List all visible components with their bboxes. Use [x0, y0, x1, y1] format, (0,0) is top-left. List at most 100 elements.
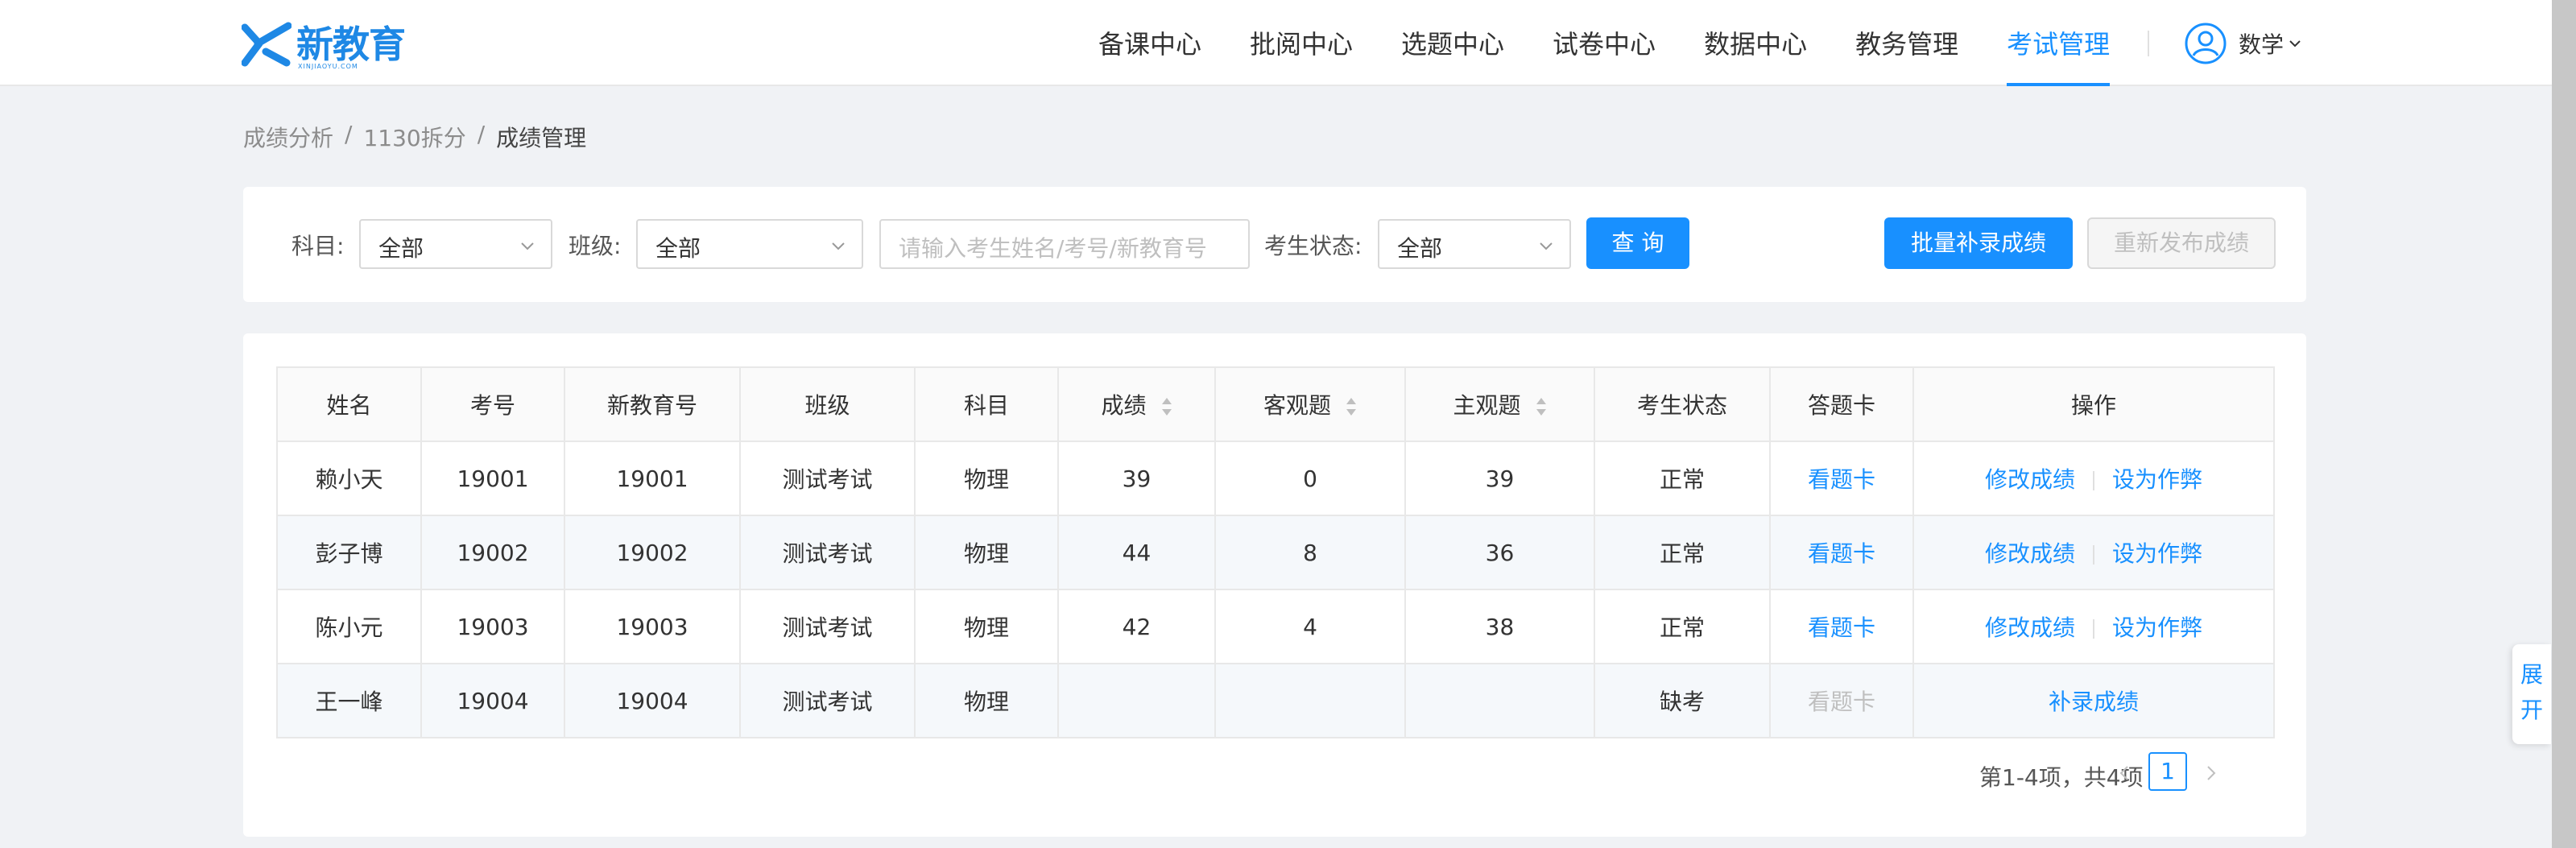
cell-objective: 8 — [1214, 515, 1406, 590]
vertical-scrollbar[interactable] — [2552, 0, 2576, 848]
nav-item-question-bank[interactable]: 选题中心 — [1401, 0, 1504, 86]
cell-status: 正常 — [1594, 589, 1771, 664]
chevron-left-icon[interactable] — [2116, 763, 2132, 783]
breadcrumb: 成绩分析 / 1130拆分 / 成绩管理 — [243, 121, 586, 153]
cell-name: 彭子博 — [276, 515, 422, 590]
cell-answer-card: 看题卡 — [1769, 663, 1914, 738]
cell-xjy-no: 19002 — [564, 515, 741, 590]
sort-icon[interactable] — [1346, 396, 1357, 417]
view-answer-card-link[interactable]: 看题卡 — [1808, 614, 1875, 641]
subject-filter-label: 科目: — [292, 233, 345, 259]
cell-score: 42 — [1057, 589, 1216, 664]
cell-objective: 4 — [1214, 589, 1406, 664]
view-answer-card-link[interactable]: 看题卡 — [1808, 466, 1875, 493]
col-header-score[interactable]: 成绩 — [1057, 366, 1216, 442]
cell-subject: 物理 — [914, 441, 1059, 516]
col-header-score-label: 成绩 — [1101, 392, 1147, 419]
col-header-status: 考生状态 — [1594, 366, 1771, 442]
col-header-subjective[interactable]: 主观题 — [1404, 366, 1595, 442]
batch-supplement-button[interactable]: 批量补录成绩 — [1884, 217, 2073, 269]
col-header-objective-label: 客观题 — [1263, 392, 1331, 419]
cell-objective — [1214, 663, 1406, 738]
breadcrumb-item-current: 成绩管理 — [496, 125, 587, 151]
nav-item-data[interactable]: 数据中心 — [1704, 0, 1807, 86]
class-select[interactable]: 全部 — [636, 219, 863, 269]
chevron-down-icon — [521, 242, 534, 250]
cell-exam-no: 19002 — [420, 515, 565, 590]
cell-subjective: 39 — [1404, 441, 1595, 516]
cell-subjective: 38 — [1404, 589, 1595, 664]
cell-actions: 修改成绩 设为作弊 — [1912, 441, 2275, 516]
filter-panel: 科目: 全部 班级: 全部 请输入考生姓名/考号/新教育号 考生状态: 全部 查… — [243, 187, 2306, 302]
col-header-class: 班级 — [739, 366, 916, 442]
mark-cheating-link[interactable]: 设为作弊 — [2112, 614, 2202, 641]
col-header-objective[interactable]: 客观题 — [1214, 366, 1406, 442]
action-divider — [2093, 619, 2094, 639]
cell-exam-no: 19001 — [420, 441, 565, 516]
cell-score: 44 — [1057, 515, 1216, 590]
cell-xjy-no: 19001 — [564, 441, 741, 516]
cell-answer-card: 看题卡 — [1769, 589, 1914, 664]
cell-class: 测试考试 — [739, 441, 916, 516]
cell-subject: 物理 — [914, 663, 1059, 738]
edit-score-link[interactable]: 修改成绩 — [1985, 614, 2075, 641]
brand-sub: XINJIAOYU.COM — [298, 63, 358, 70]
cell-objective: 0 — [1214, 441, 1406, 516]
view-answer-card-link-disabled: 看题卡 — [1807, 689, 1875, 715]
mark-cheating-link[interactable]: 设为作弊 — [2112, 466, 2202, 493]
query-button[interactable]: 查 询 — [1586, 217, 1689, 269]
student-search-input[interactable]: 请输入考生姓名/考号/新教育号 — [879, 219, 1250, 269]
sort-icon[interactable] — [1161, 396, 1172, 417]
cell-name: 王一峰 — [276, 663, 422, 738]
user-menu[interactable]: 数学 — [2184, 21, 2303, 66]
edit-score-link[interactable]: 修改成绩 — [1985, 540, 2075, 567]
page-number-current[interactable]: 1 — [2148, 752, 2187, 791]
col-header-subject: 科目 — [914, 366, 1059, 442]
main-nav: 备课中心 批阅中心 选题中心 试卷中心 数据中心 教务管理 考试管理 — [1098, 0, 2158, 86]
breadcrumb-item-exam[interactable]: 1130拆分 — [363, 121, 465, 153]
cell-answer-card: 看题卡 — [1769, 441, 1914, 516]
republish-scores-button: 重新发布成绩 — [2087, 217, 2276, 269]
cell-name: 赖小天 — [276, 441, 422, 516]
breadcrumb-item-analysis[interactable]: 成绩分析 — [243, 121, 333, 153]
col-header-actions: 操作 — [1912, 366, 2275, 442]
nav-item-exam-management[interactable]: 考试管理 — [2007, 0, 2111, 86]
chevron-down-icon — [832, 242, 845, 250]
cell-exam-no: 19004 — [420, 663, 565, 738]
table-row: 彭子博 19002 19002 测试考试 物理 44 8 36 正常 看题卡 修… — [276, 515, 2275, 590]
sort-icon[interactable] — [1536, 396, 1547, 417]
class-select-value: 全部 — [655, 235, 701, 262]
logo-mark-icon — [242, 22, 292, 67]
table-header-row: 姓名 考号 新教育号 班级 科目 成绩 客观题 主观题 考生状态 答题卡 操作 — [276, 366, 2275, 442]
status-select[interactable]: 全部 — [1378, 219, 1571, 269]
status-filter-label: 考生状态: — [1264, 233, 1362, 259]
brand-logo[interactable]: 新教育 XINJIAOYU.COM — [242, 18, 406, 71]
nav-item-marking[interactable]: 批阅中心 — [1250, 0, 1353, 86]
edit-score-link[interactable]: 修改成绩 — [1985, 466, 2075, 493]
nav-item-papers[interactable]: 试卷中心 — [1553, 0, 1656, 86]
view-answer-card-link[interactable]: 看题卡 — [1808, 540, 1875, 567]
chevron-down-icon — [1540, 242, 1553, 250]
cell-subjective: 36 — [1404, 515, 1595, 590]
cell-status: 缺考 — [1594, 663, 1771, 738]
scores-panel: 姓名 考号 新教育号 班级 科目 成绩 客观题 主观题 考生状态 答题卡 操作 … — [243, 333, 2306, 837]
nav-divider — [2148, 31, 2149, 56]
table-row: 赖小天 19001 19001 测试考试 物理 39 0 39 正常 看题卡 修… — [276, 441, 2275, 516]
nav-item-academic-affairs[interactable]: 教务管理 — [1855, 0, 1958, 86]
cell-subject: 物理 — [914, 515, 1059, 590]
expand-side-panel-tab[interactable]: 展开 — [2512, 644, 2551, 744]
user-avatar-icon — [2185, 23, 2227, 64]
brand-name: 新教育 — [296, 23, 406, 66]
mark-cheating-link[interactable]: 设为作弊 — [2112, 540, 2202, 567]
cell-actions: 修改成绩 设为作弊 — [1912, 515, 2275, 590]
top-header: 新教育 XINJIAOYU.COM 备课中心 批阅中心 选题中心 试卷中心 数据… — [0, 0, 2576, 86]
search-placeholder: 请输入考生姓名/考号/新教育号 — [899, 235, 1207, 262]
breadcrumb-separator: / — [477, 121, 486, 147]
chevron-right-icon[interactable] — [2203, 763, 2219, 783]
nav-item-lesson-prep[interactable]: 备课中心 — [1098, 0, 1201, 86]
subject-select[interactable]: 全部 — [359, 219, 552, 269]
table-row: 王一峰 19004 19004 测试考试 物理 缺考 看题卡 补录成绩 — [276, 663, 2275, 738]
supplement-score-link[interactable]: 补录成绩 — [2049, 689, 2139, 715]
page: 新教育 XINJIAOYU.COM 备课中心 批阅中心 选题中心 试卷中心 数据… — [0, 0, 2576, 848]
cell-answer-card: 看题卡 — [1769, 515, 1914, 590]
